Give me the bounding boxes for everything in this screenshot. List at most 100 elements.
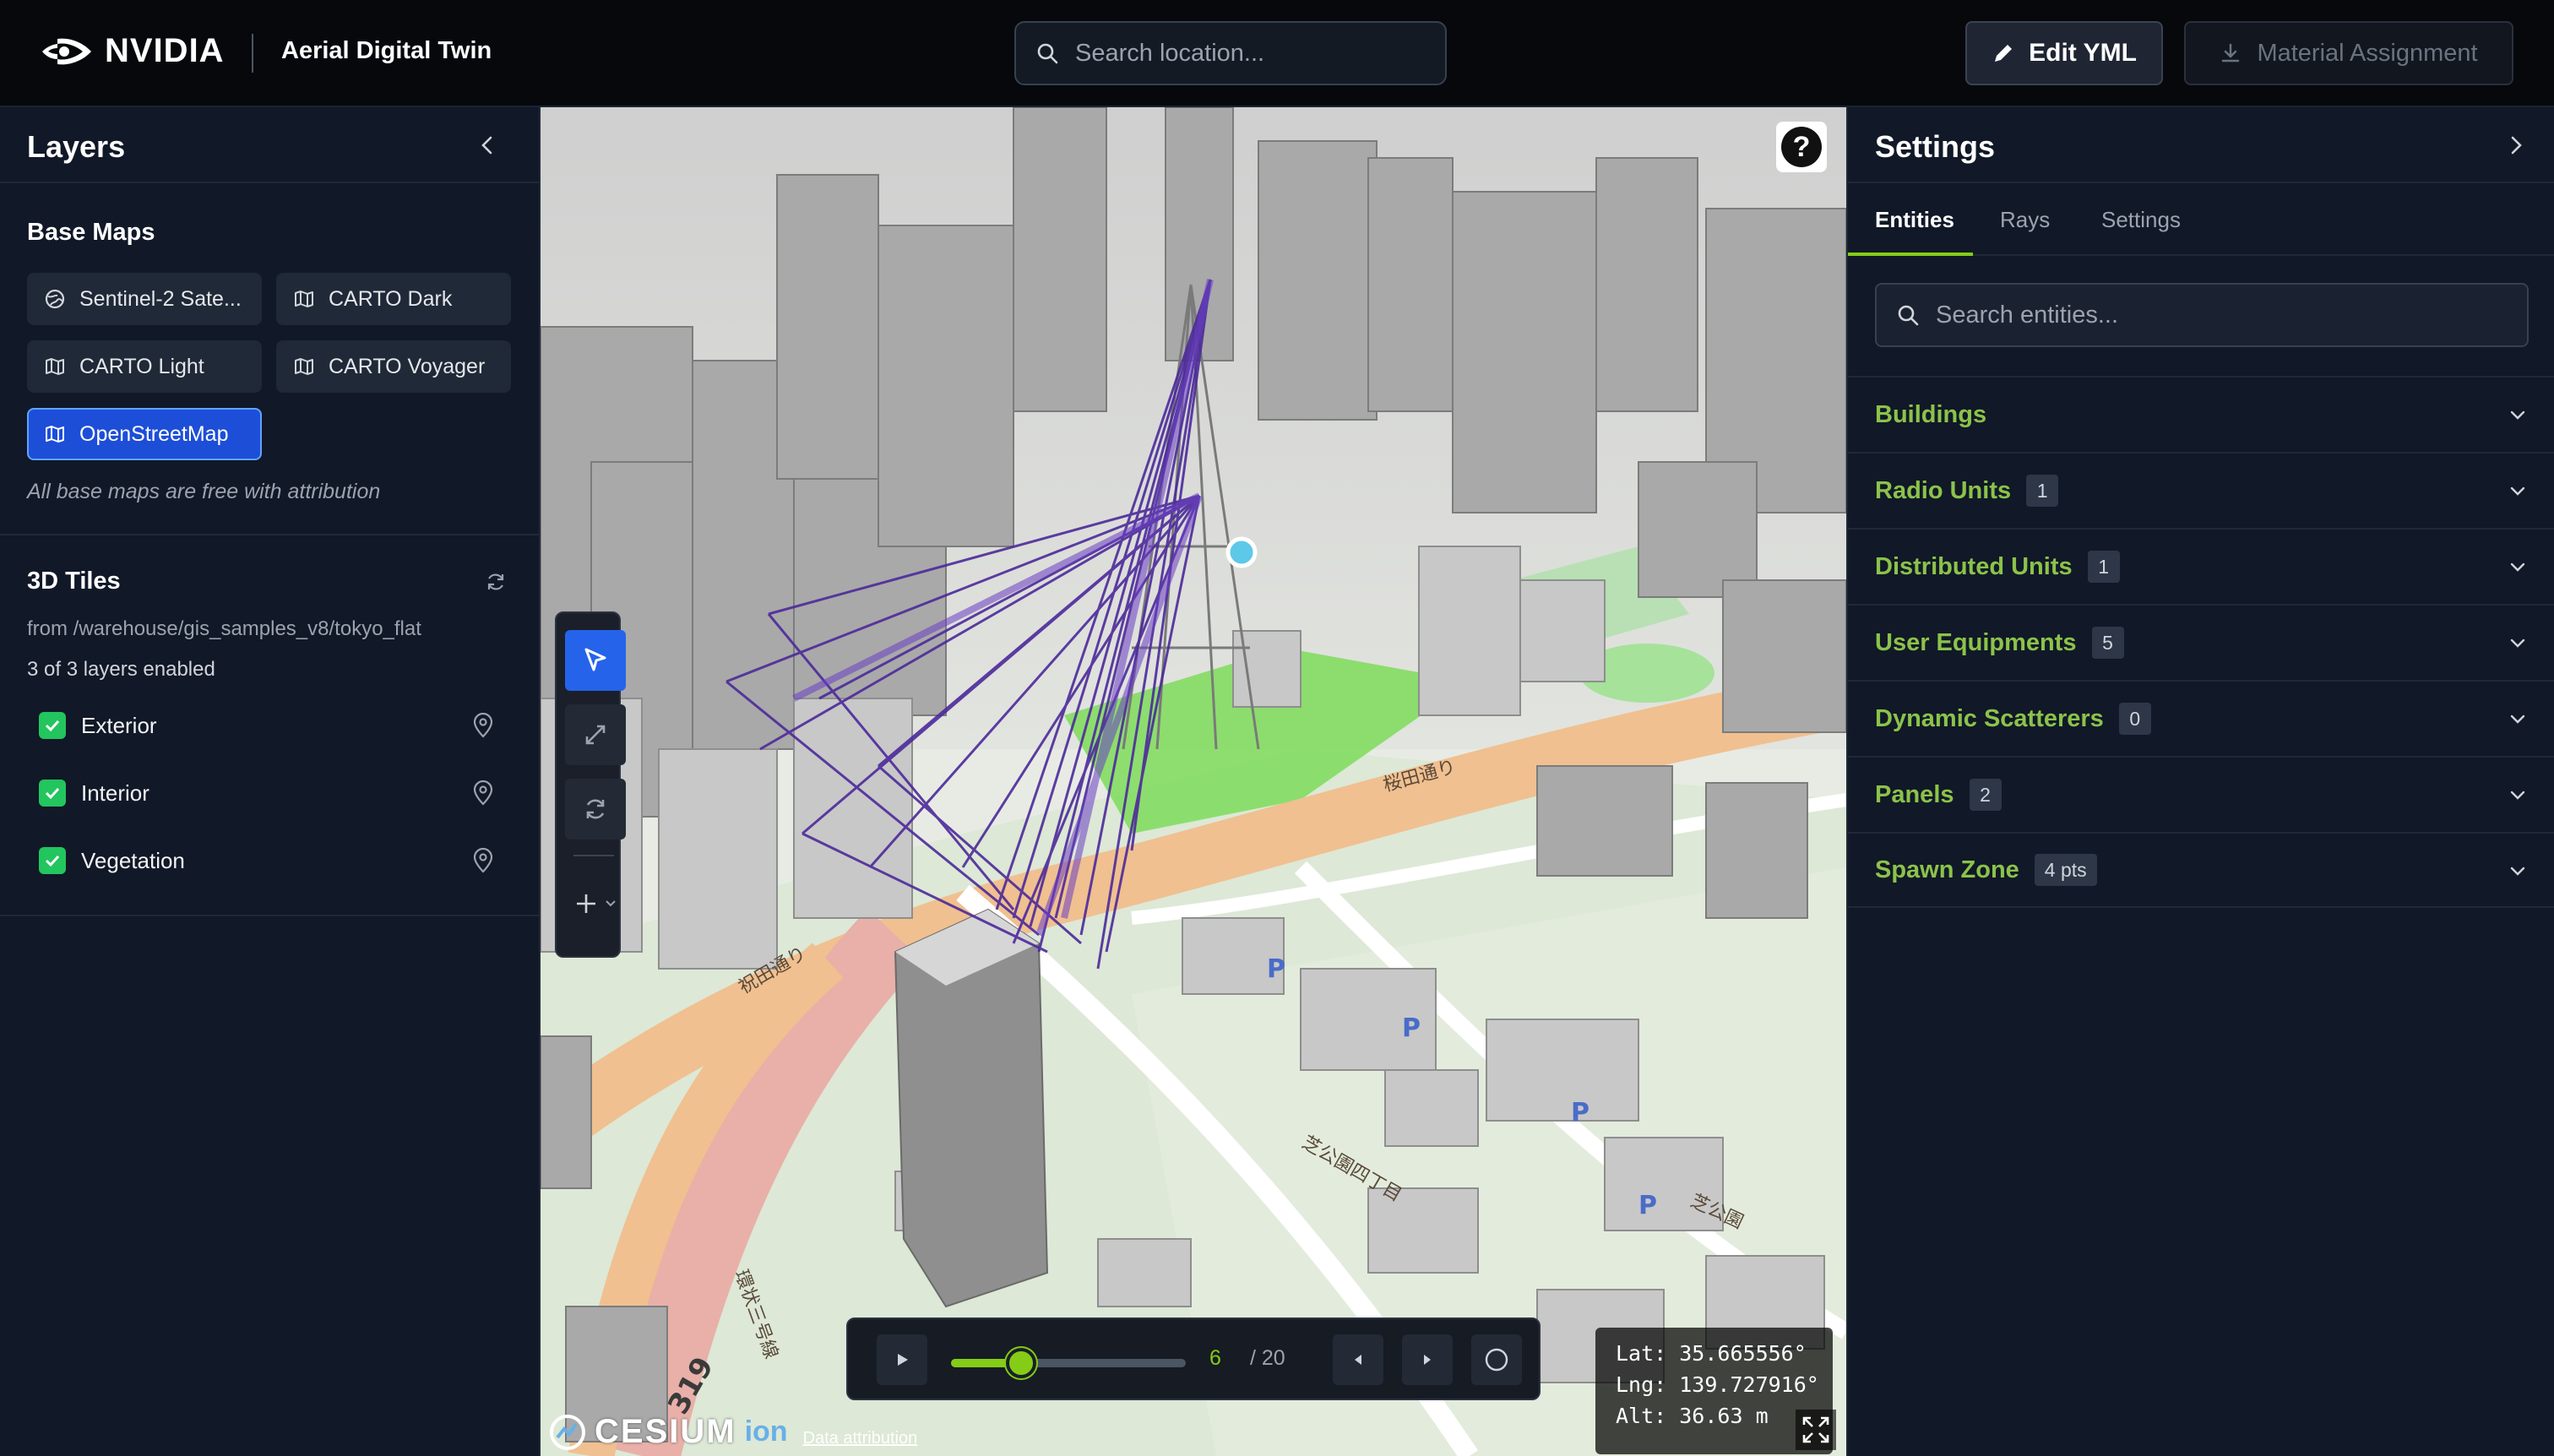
fullscreen-icon <box>1802 1416 1829 1443</box>
chevron-down-icon[interactable] <box>2507 633 2529 655</box>
basemap-carto-dark[interactable]: CARTO Dark <box>276 273 511 325</box>
edit-yml-label: Edit YML <box>2029 39 2137 67</box>
chevron-down-icon <box>606 900 616 907</box>
play-button[interactable] <box>877 1334 927 1385</box>
longitude-readout: Lng: 139.727916° <box>1616 1372 1819 1397</box>
cesium-attribution: CESIUM ion Data attribution <box>549 1413 917 1451</box>
section-divider <box>0 534 539 535</box>
map-icon <box>295 358 313 375</box>
map-toolbar <box>555 611 626 958</box>
basemap-label: OpenStreetMap <box>79 421 229 446</box>
count-badge: 1 <box>2087 551 2120 583</box>
chevron-down-icon[interactable] <box>2507 861 2529 883</box>
chevron-down-icon[interactable] <box>2507 405 2529 426</box>
current-frame: 6 <box>1209 1346 1221 1370</box>
collapse-left-icon[interactable] <box>475 133 500 158</box>
fullscreen-button[interactable] <box>1796 1410 1836 1450</box>
loop-button[interactable] <box>1471 1334 1522 1385</box>
frame-slider[interactable] <box>951 1348 1186 1378</box>
tab-entities[interactable]: Entities <box>1875 207 1954 233</box>
globe-icon <box>45 289 65 309</box>
locate-pin-icon[interactable] <box>471 713 495 738</box>
layers-title: Layers <box>27 129 126 164</box>
toolbar-divider <box>573 855 614 856</box>
category-row[interactable]: Radio Units 1 <box>1848 452 2554 528</box>
tile-layer-label: Interior <box>81 780 149 806</box>
settings-title: Settings <box>1875 129 1996 164</box>
rotate-icon <box>586 799 605 819</box>
locate-pin-icon[interactable] <box>471 848 495 873</box>
layers-panel: Layers Base Maps Sentinel-2 Sate... CART… <box>0 107 541 1456</box>
frame-slider-knob[interactable] <box>1006 1348 1037 1378</box>
locate-pin-icon[interactable] <box>471 780 495 806</box>
category-row[interactable]: Spawn Zone 4 pts <box>1848 832 2554 908</box>
resize-tool-button[interactable] <box>565 704 626 765</box>
category-name: Dynamic Scatterers <box>1875 704 2104 732</box>
total-frames: / 20 <box>1250 1346 1285 1370</box>
settings-tabs: Entities Rays Settings <box>1848 183 2554 256</box>
cesium-logo-icon <box>550 1414 585 1450</box>
help-button[interactable]: ? <box>1776 122 1827 172</box>
cesium-ion-text: ion <box>744 1415 788 1448</box>
checkbox[interactable] <box>39 712 66 739</box>
category-name: Distributed Units <box>1875 552 2073 580</box>
material-assignment-label: Material Assignment <box>2257 39 2478 67</box>
collapse-right-icon[interactable] <box>2503 133 2529 158</box>
expand-diagonal-icon <box>585 725 606 745</box>
basemap-carto-light[interactable]: CARTO Light <box>27 340 262 393</box>
select-tool-button[interactable] <box>565 630 626 691</box>
brand-text: NVIDIA <box>105 32 225 69</box>
prev-frame-button[interactable] <box>1333 1334 1383 1385</box>
chevron-down-icon[interactable] <box>2507 709 2529 731</box>
checkbox[interactable] <box>39 847 66 874</box>
chevron-down-icon[interactable] <box>2507 785 2529 807</box>
add-tool-button[interactable] <box>565 873 626 934</box>
checkbox[interactable] <box>39 780 66 807</box>
latitude-readout: Lat: 35.665556° <box>1616 1341 1807 1366</box>
count-badge: 5 <box>2091 627 2124 659</box>
material-assignment-button[interactable]: Material Assignment <box>2184 21 2513 85</box>
tile-layer-vegetation[interactable]: Vegetation <box>39 839 495 882</box>
location-search[interactable] <box>1014 21 1447 85</box>
category-row[interactable]: Buildings <box>1848 376 2554 452</box>
tab-rays[interactable]: Rays <box>2000 207 2050 233</box>
location-search-input[interactable] <box>1075 39 1413 68</box>
city-3d-scene[interactable]: 祝田通り 桜田通り 芝公園四丁目 芝公園 環状三号線 PPPP 319 <box>541 107 1846 1456</box>
basemap-sentinel[interactable]: Sentinel-2 Sate... <box>27 273 262 325</box>
cursor-icon <box>584 648 606 671</box>
base-maps-note: All base maps are free with attribution <box>27 480 381 503</box>
category-row[interactable]: Panels 2 <box>1848 756 2554 832</box>
playback-bar: 6 / 20 <box>846 1317 1541 1400</box>
next-frame-button[interactable] <box>1402 1334 1453 1385</box>
category-row[interactable]: User Equipments 5 <box>1848 604 2554 680</box>
tiles-source: from /warehouse/gis_samples_v8/tokyo_fla… <box>27 617 421 640</box>
category-row[interactable]: Dynamic Scatterers 0 <box>1848 680 2554 756</box>
top-bar: NVIDIA Aerial Digital Twin Edit YML Mate… <box>0 0 2554 107</box>
nvidia-eye-icon <box>42 38 91 64</box>
edit-yml-button[interactable]: Edit YML <box>1965 21 2163 85</box>
svg-text:P: P <box>1638 1191 1657 1220</box>
tile-layer-interior[interactable]: Interior <box>39 772 495 814</box>
chevron-down-icon[interactable] <box>2507 557 2529 579</box>
base-maps-title: Base Maps <box>27 219 155 246</box>
basemap-openstreetmap[interactable]: OpenStreetMap <box>27 408 262 460</box>
category-row[interactable]: Distributed Units 1 <box>1848 528 2554 604</box>
check-icon <box>45 787 60 800</box>
chevron-down-icon[interactable] <box>2507 481 2529 503</box>
entity-search-input[interactable] <box>1936 301 2493 329</box>
category-name: User Equipments <box>1875 628 2077 656</box>
tab-settings[interactable]: Settings <box>2101 207 2181 233</box>
map-icon <box>46 358 64 375</box>
play-icon <box>898 1354 908 1366</box>
map-icon <box>295 291 313 307</box>
svg-text:P: P <box>1571 1098 1589 1127</box>
basemap-carto-voyager[interactable]: CARTO Voyager <box>276 340 511 393</box>
circle-icon <box>1485 1348 1508 1372</box>
rotate-tool-button[interactable] <box>565 779 626 839</box>
tiles-title: 3D Tiles <box>27 568 121 595</box>
tile-layer-exterior[interactable]: Exterior <box>39 704 495 747</box>
map-viewport[interactable]: 祝田通り 桜田通り 芝公園四丁目 芝公園 環状三号線 PPPP 319 ? 6 … <box>541 107 1846 1456</box>
entity-search[interactable] <box>1875 283 2529 347</box>
data-attribution-link[interactable]: Data attribution <box>803 1429 918 1448</box>
refresh-icon[interactable] <box>485 571 507 593</box>
